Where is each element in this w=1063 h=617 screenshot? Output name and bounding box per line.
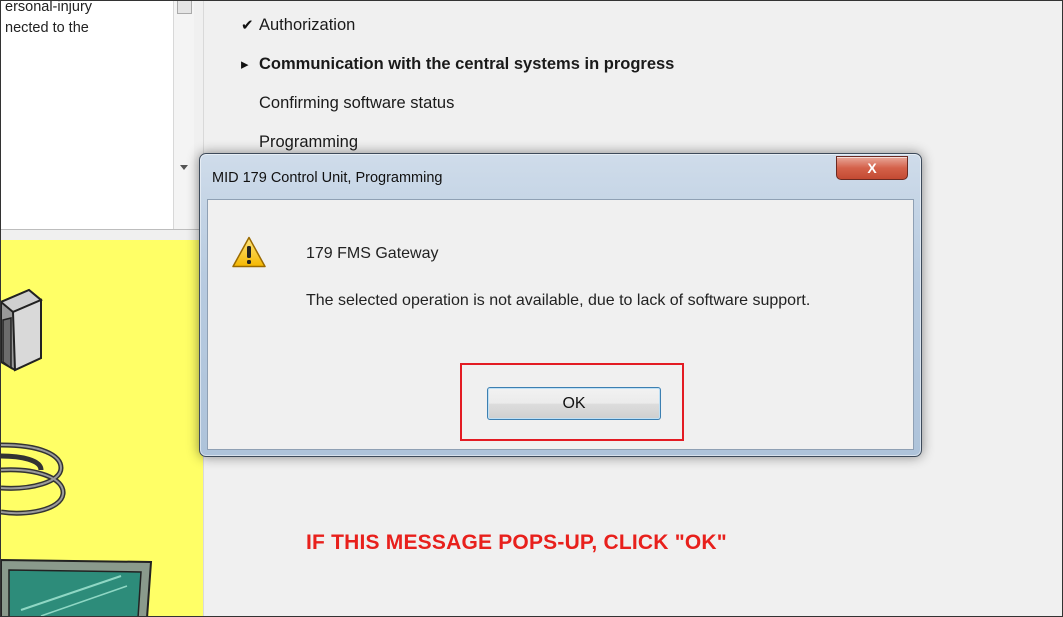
step-label: Communication with the central systems i…	[259, 55, 675, 73]
close-button[interactable]: X	[836, 156, 908, 180]
message-dialog: MID 179 Control Unit, Programming X 179 …	[199, 153, 922, 457]
info-line: nected to the	[5, 20, 89, 36]
interface-device-icon	[1, 288, 43, 372]
dialog-message: The selected operation is not available,…	[306, 292, 811, 309]
pane-divider	[1, 229, 205, 230]
info-scrollbar[interactable]	[173, 1, 194, 229]
progress-steps: ✔ Authorization ▸ Communication with the c…	[241, 13, 674, 169]
dialog-heading: 179 FMS Gateway	[306, 245, 439, 262]
scroll-down-arrow-icon[interactable]	[180, 165, 188, 170]
step-label: Authorization	[259, 16, 356, 34]
info-text-pane: ersonal-injury nected to the	[1, 1, 174, 229]
step-authorization: ✔ Authorization	[241, 13, 674, 52]
checkmark-icon: ✔	[241, 17, 254, 34]
dialog-title: MID 179 Control Unit, Programming	[212, 170, 443, 186]
step-label: Programming	[259, 133, 359, 151]
laptop-icon	[1, 558, 153, 616]
current-step-arrow-icon: ▸	[241, 56, 249, 73]
ok-button[interactable]: OK	[487, 387, 661, 420]
info-text: ersonal-injury nected to the	[5, 0, 93, 39]
dialog-body: 179 FMS Gateway The selected operation i…	[207, 199, 914, 450]
instruction-annotation: IF THIS MESSAGE POPS-UP, CLICK "OK"	[306, 531, 727, 554]
info-line: ersonal-injury	[5, 0, 93, 15]
scrollbar-thumb[interactable]	[177, 1, 192, 14]
step-confirming-software: Confirming software status	[241, 91, 674, 130]
step-label: Confirming software status	[259, 94, 455, 112]
warning-icon	[232, 236, 266, 268]
equipment-illustration	[1, 240, 203, 616]
step-communication: ▸ Communication with the central systems …	[241, 52, 674, 91]
